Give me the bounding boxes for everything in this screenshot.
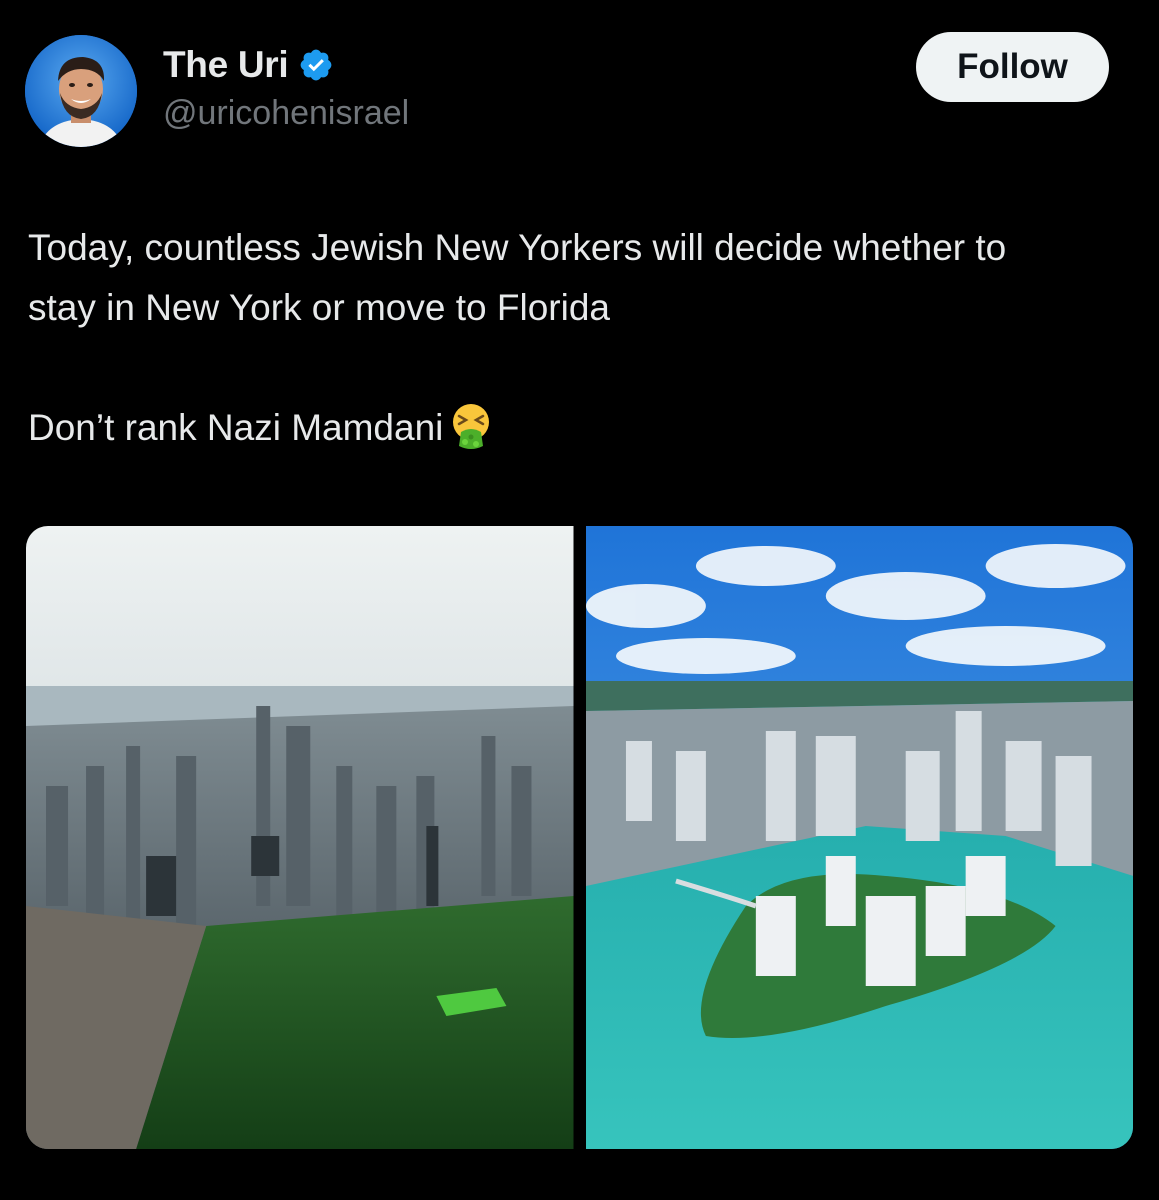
new-york-central-park-image[interactable]	[26, 526, 574, 1149]
author-handle[interactable]: @uricohenisrael	[163, 94, 409, 133]
author-display-name[interactable]: The Uri	[163, 44, 289, 86]
tweet-text-paragraph-2: Don’t rank Nazi Mamdani	[28, 398, 1128, 458]
avatar-icon	[25, 35, 137, 147]
author-name-row[interactable]: The Uri	[163, 44, 334, 86]
avatar[interactable]	[25, 35, 137, 147]
verified-badge-icon	[300, 49, 332, 81]
tweet-text-paragraph-1: Today, countless Jewish New Yorkers will…	[28, 227, 1007, 328]
miami-brickell-key-image[interactable]	[585, 526, 1133, 1149]
tweet-media[interactable]	[26, 526, 1133, 1149]
tweet-card: The Uri @uricohenisrael Follow Today, co…	[0, 0, 1159, 1200]
tweet-text-line-2: Don’t rank Nazi Mamdani	[28, 407, 444, 448]
nauseated-vomiting-face-icon	[453, 404, 490, 449]
follow-button[interactable]: Follow	[916, 32, 1109, 102]
tweet-text: Today, countless Jewish New Yorkers will…	[28, 218, 1128, 458]
